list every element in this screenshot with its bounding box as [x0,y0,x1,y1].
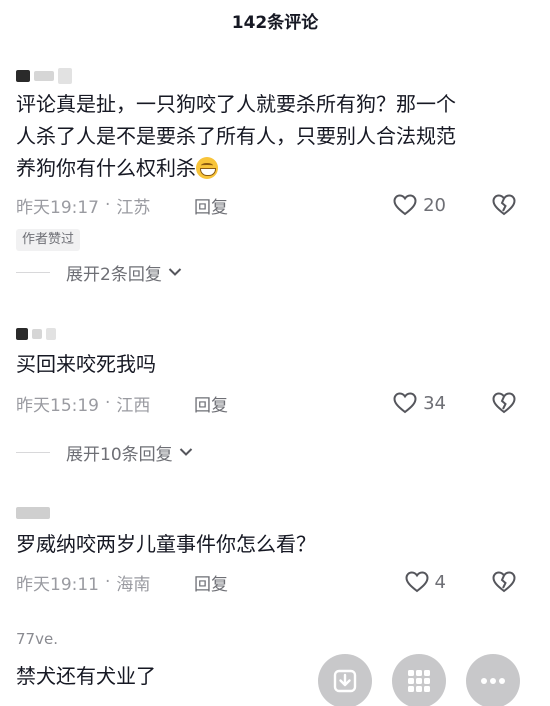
comment-text: 罗威纳咬两岁儿童事件你怎么看？ [16,532,316,556]
reply-button[interactable]: 回复 [194,570,228,595]
comment-meta: 昨天19:17 · 江苏 回复 20 [16,192,536,218]
broken-heart-icon[interactable] [492,194,516,216]
download-button[interactable] [318,654,372,706]
comment-location: 江西 [116,395,151,416]
download-icon [333,669,357,693]
comment-text: 评论真是扯，一只狗咬了人就要杀所有狗？那一个 人杀了人是不是要杀了所有人，只要别… [16,92,456,180]
chevron-down-icon [168,268,182,276]
broken-heart-icon[interactable] [492,392,516,414]
heart-icon [393,194,417,216]
more-icon [481,678,505,684]
grin-emoji-icon [196,157,218,179]
username[interactable]: 77ve. [16,630,58,648]
heart-icon [393,392,417,414]
divider [16,271,50,273]
broken-heart-icon[interactable] [492,571,516,593]
divider [16,451,50,453]
expand-replies-button[interactable]: 展开10条回复 [16,440,193,465]
like-button[interactable]: 34 [393,392,446,414]
like-count: 34 [423,392,446,414]
more-button[interactable] [466,654,520,706]
comment-meta: 昨天15:19 · 江西 回复 34 [16,390,536,416]
comment-time: 昨天19:17 [16,197,99,218]
avatar[interactable] [16,68,72,84]
expand-replies-button[interactable]: 展开2条回复 [16,260,182,285]
comment-text: 买回来咬死我吗 [16,352,156,376]
author-liked-badge: 作者赞过 [16,229,81,251]
chevron-down-icon [179,448,192,456]
heart-icon [405,571,429,593]
comment-meta: 昨天19:11 · 海南 回复 4 [16,569,536,595]
comment-location: 江苏 [116,197,151,218]
like-count: 20 [423,194,446,216]
avatar[interactable] [16,326,56,342]
page-title: 142条评论 [231,13,319,33]
avatar[interactable] [16,505,50,521]
reply-button[interactable]: 回复 [194,193,228,218]
comment-time: 昨天19:11 [16,574,99,595]
like-button[interactable]: 20 [393,194,446,216]
like-button[interactable]: 4 [405,571,446,593]
comment-text: 禁犬还有犬业了 [16,664,156,688]
comment-time: 昨天15:19 [16,395,99,416]
grid-icon [408,670,430,692]
comment-location: 海南 [116,574,151,595]
reply-button[interactable]: 回复 [194,391,228,416]
like-count: 4 [434,571,446,593]
grid-button[interactable] [392,654,446,706]
